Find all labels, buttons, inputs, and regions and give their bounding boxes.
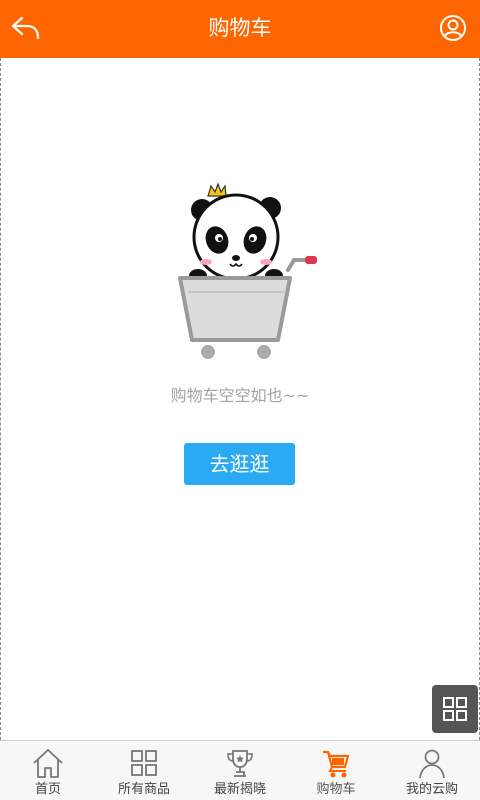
header-bar: 购物车 [0,0,480,58]
panda-in-cart-illustration [170,182,320,362]
tab-cart[interactable]: 购物车 [288,741,384,800]
tab-label: 我的云购 [405,782,458,797]
tab-all-products[interactable]: 所有商品 [96,741,192,800]
user-circle-icon[interactable] [438,13,468,43]
bottom-tab-bar: 首页 所有商品 最新揭晓 购物车 我的云购 [0,740,480,800]
tab-latest-reveal[interactable]: 最新揭晓 [192,741,288,800]
tab-label: 首页 [34,782,61,797]
empty-cart-message: 购物车空空如也~~ [170,386,310,405]
go-shopping-button[interactable]: 去逛逛 [184,443,295,485]
grid-icon[interactable] [432,685,478,733]
home-icon [33,749,63,778]
tab-label: 购物车 [316,782,356,797]
page-title: 购物车 [208,16,272,40]
person-icon [419,749,445,779]
tab-label: 最新揭晓 [213,782,266,797]
tab-home[interactable]: 首页 [0,741,96,800]
tab-my-account[interactable]: 我的云购 [384,741,480,800]
trophy-icon [227,750,253,777]
tab-label: 所有商品 [117,782,170,797]
cart-icon [323,750,350,778]
grid-squares-icon [131,750,157,776]
